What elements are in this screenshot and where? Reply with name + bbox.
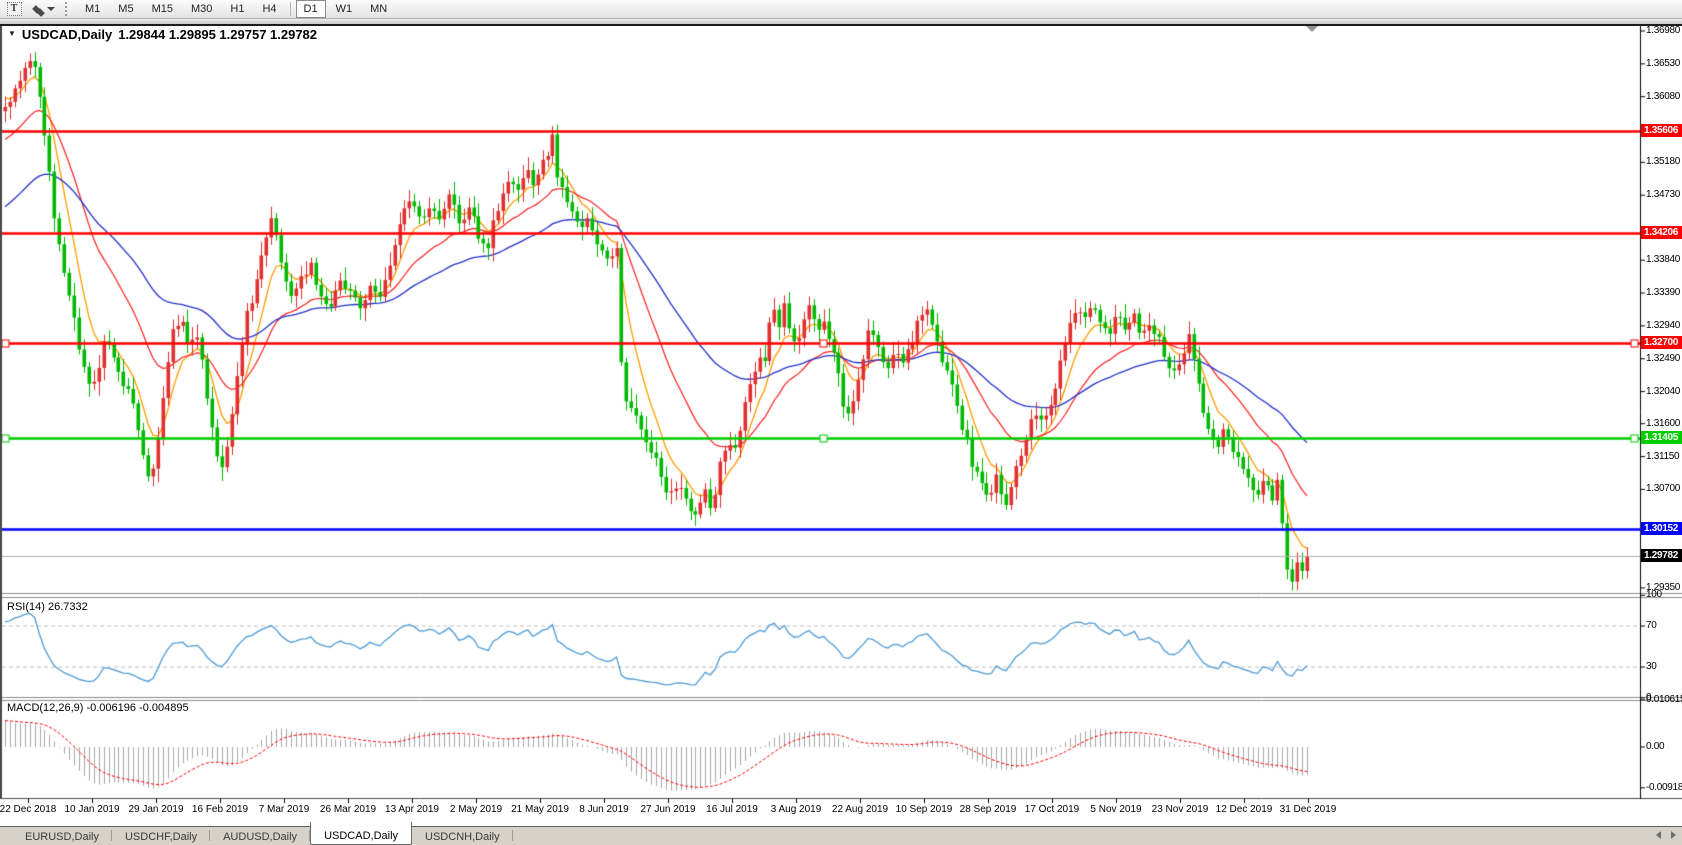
toolbar-separator	[290, 2, 291, 16]
tab-eurusd[interactable]: EURUSD,Daily	[12, 827, 112, 845]
drawing-tools-button[interactable]	[33, 2, 55, 17]
price-axis-tick-label: 1.32940	[1646, 320, 1680, 331]
tab-audusd[interactable]: AUDUSD,Daily	[210, 827, 310, 845]
drawing-tools-icon	[36, 8, 45, 17]
timeframe-button-mn[interactable]: MN	[362, 0, 395, 18]
price-axis-tick-label: 1.33390	[1646, 287, 1680, 298]
tab-usdcad[interactable]: USDCAD,Daily	[310, 822, 412, 845]
timeframe-button-w1[interactable]: W1	[328, 0, 361, 18]
macd-axis-label: 0.00	[1646, 741, 1664, 752]
date-label: 10 Sep 2019	[896, 804, 953, 815]
date-label: 22 Aug 2019	[832, 804, 888, 815]
price-axis-tick-label: 1.33840	[1646, 254, 1680, 265]
rsi-axis-label: 70	[1646, 620, 1657, 631]
price-axis-tick-label: 1.36530	[1646, 58, 1680, 69]
symbol-title: USDCAD,Daily	[22, 27, 112, 42]
date-label: 10 Jan 2019	[64, 804, 119, 815]
current-price-tag: 1.29782	[1641, 549, 1682, 562]
tab-usdcnh[interactable]: USDCNH,Daily	[412, 827, 513, 845]
price-axis-tick-label: 1.36980	[1646, 25, 1680, 36]
date-label: 17 Oct 2019	[1025, 804, 1079, 815]
one-click-trading-collapse-icon[interactable]: ▼	[8, 29, 16, 38]
date-label: 2 May 2019	[450, 804, 502, 815]
price-axis-tick-label: 1.31600	[1646, 418, 1680, 429]
price-axis-tick-label: 1.36080	[1646, 91, 1680, 102]
hline-price-tag: 1.32700	[1641, 336, 1682, 349]
date-label: 16 Feb 2019	[192, 804, 248, 815]
tab-scroll-left-icon[interactable]	[1656, 831, 1661, 839]
date-label: 3 Aug 2019	[771, 804, 822, 815]
symbol-tab-bar: EURUSD,DailyUSDCHF,DailyAUDUSD,Daily USDC…	[0, 827, 1682, 845]
chart-canvas[interactable]	[0, 0, 1682, 845]
date-label: 21 May 2019	[511, 804, 569, 815]
date-label: 23 Nov 2019	[1152, 804, 1209, 815]
macd-axis-label: -0.009181	[1646, 782, 1682, 793]
macd-axis-label: 0.010615	[1646, 694, 1682, 705]
text-label-tool-button[interactable]: T	[5, 2, 23, 17]
timeframe-button-h4[interactable]: H4	[254, 0, 284, 18]
timeframe-button-m30[interactable]: M30	[183, 0, 220, 18]
date-label: 27 Jun 2019	[640, 804, 695, 815]
date-label: 29 Jan 2019	[128, 804, 183, 815]
toolbar: T M1M5M15M30H1H4 D1W1MN	[0, 0, 1682, 19]
macd-pane-label: MACD(12,26,9) -0.006196 -0.004895	[7, 702, 189, 714]
price-axis-tick-label: 1.30700	[1646, 483, 1680, 494]
date-label: 12 Dec 2019	[1216, 804, 1273, 815]
date-label: 8 Jun 2019	[579, 804, 629, 815]
date-label: 16 Jul 2019	[706, 804, 758, 815]
date-label: 5 Nov 2019	[1090, 804, 1141, 815]
date-label: 26 Mar 2019	[320, 804, 376, 815]
rsi-pane-label: RSI(14) 26.7332	[7, 601, 88, 613]
price-axis-tick-label: 1.31150	[1646, 451, 1679, 462]
timeframe-button-m1[interactable]: M1	[77, 0, 108, 18]
timeframe-button-m15[interactable]: M15	[144, 0, 181, 18]
timeframe-button-d1[interactable]: D1	[296, 0, 326, 18]
date-label: 22 Dec 2018	[0, 804, 56, 815]
hline-price-tag: 1.34206	[1641, 226, 1682, 239]
ohlc-readout: 1.29844 1.29895 1.29757 1.29782	[118, 27, 317, 42]
chart-window-top-border	[0, 18, 1682, 26]
timeframe-button-m5[interactable]: M5	[110, 0, 141, 18]
price-axis-tick-label: 1.32490	[1646, 353, 1680, 364]
timeframe-button-h1[interactable]: H1	[222, 0, 252, 18]
text-tool-icon: T	[7, 2, 22, 16]
mt4-window: T M1M5M15M30H1H4 D1W1MN ▼ USDCAD,Daily 1.…	[0, 0, 1682, 845]
hline-price-tag: 1.35606	[1641, 124, 1682, 137]
chart-title: ▼ USDCAD,Daily 1.29844 1.29895 1.29757 1…	[8, 27, 317, 42]
date-label: 13 Apr 2019	[385, 804, 439, 815]
price-axis-tick-label: 1.34730	[1646, 189, 1680, 200]
timeframe-button-group: M1M5M15M30H1H4 D1W1MN	[76, 0, 396, 18]
tab-usdchf[interactable]: USDCHF,Daily	[112, 827, 210, 845]
chevron-down-icon	[47, 7, 55, 11]
date-label: 7 Mar 2019	[259, 804, 310, 815]
date-label: 28 Sep 2019	[960, 804, 1017, 815]
tab-scroll-right-icon[interactable]	[1671, 831, 1676, 839]
rsi-axis-label: 30	[1646, 661, 1657, 672]
tab-divider	[512, 830, 513, 841]
date-label: 31 Dec 2019	[1280, 804, 1337, 815]
toolbar-grip[interactable]	[65, 2, 70, 16]
price-axis-tick-label: 1.35180	[1646, 156, 1680, 167]
hline-price-tag: 1.30152	[1641, 522, 1682, 535]
hline-price-tag: 1.31405	[1641, 431, 1682, 444]
rsi-axis-label: 100	[1646, 589, 1662, 600]
tab-scroll-arrows	[1656, 831, 1676, 839]
price-axis-tick-label: 1.32040	[1646, 386, 1680, 397]
